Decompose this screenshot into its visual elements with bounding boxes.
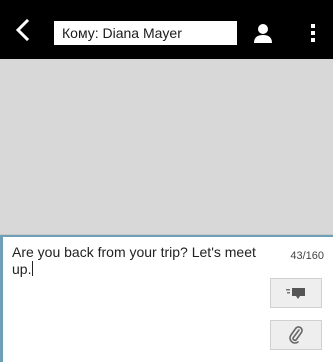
compose-area: Are you back from your trip? Let's meet … [0, 235, 333, 362]
back-button[interactable] [8, 15, 38, 45]
chevron-left-icon [15, 19, 30, 41]
messaging-screen: Кому: Diana Mayer Are you back from your… [0, 0, 333, 362]
action-bar: Кому: Diana Mayer [0, 0, 333, 59]
attach-button[interactable] [270, 320, 322, 350]
overflow-menu-button[interactable] [298, 17, 328, 49]
character-counter: 43/160 [290, 250, 324, 262]
person-icon [254, 24, 272, 43]
overflow-menu-icon [311, 24, 315, 42]
text-cursor [32, 261, 34, 276]
conversation-area [0, 59, 333, 235]
add-contact-button[interactable] [246, 17, 280, 49]
message-text: Are you back from your trip? Let's meet … [12, 244, 256, 277]
paperclip-icon [289, 326, 303, 344]
message-input[interactable]: Are you back from your trip? Let's meet … [12, 244, 262, 278]
recipient-field-text: Кому: Diana Mayer [62, 25, 182, 41]
compose-focus-border-top [0, 235, 333, 237]
send-button[interactable] [270, 278, 322, 308]
recipient-field[interactable]: Кому: Diana Mayer [54, 21, 237, 45]
compose-focus-border-left [0, 235, 3, 362]
send-icon [286, 288, 305, 299]
